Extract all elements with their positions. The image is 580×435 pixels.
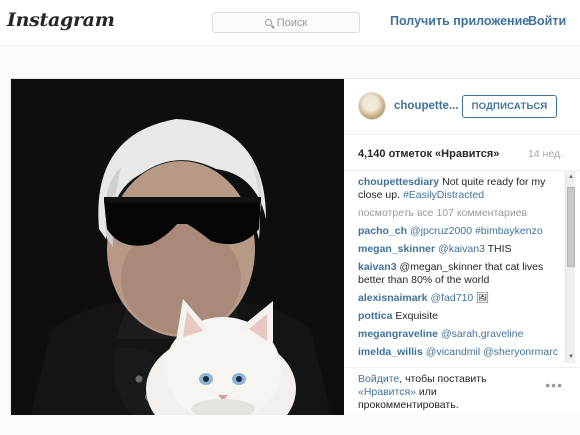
login-prompt: Войдите, чтобы поставить «Нравится» или … [358, 373, 528, 412]
comment-mention[interactable]: @sarah.graveline [441, 328, 523, 340]
avatar[interactable] [358, 92, 386, 120]
comments-scrollbar[interactable]: ▲ ▼ [565, 171, 575, 363]
login-prompt-text-3: прокомментировать. [358, 399, 459, 411]
comment-text: 🖼 [476, 292, 490, 304]
likes-row: 4,140 отметок «Нравится» 14 нед. [344, 135, 580, 171]
comment-user[interactable]: kaivan3 [358, 261, 397, 273]
comment-mention[interactable]: @fad710 [430, 292, 473, 304]
comment-user[interactable]: megangraveline [358, 328, 438, 340]
get-app-link[interactable]: Получить приложение [390, 14, 529, 28]
comment-user[interactable]: imelda_willis [358, 346, 423, 358]
login-prompt-link[interactable]: Войдите [358, 373, 399, 385]
view-all-comments-link[interactable]: посмотреть все 107 комментариев [358, 207, 564, 220]
post-card: choupette... ПОДПИСАТЬСЯ 4,140 отметок «… [10, 78, 580, 415]
login-link[interactable]: Войти [528, 14, 566, 28]
scroll-down-icon[interactable]: ▼ [567, 353, 575, 361]
comment-mention[interactable]: @jpcruz2000 #bimbaykenzo [410, 225, 543, 237]
comment-mention[interactable]: @kaivan3 [438, 243, 485, 255]
comment-item: pacho_ch @jpcruz2000 #bimbaykenzo [358, 225, 564, 238]
comment-item: alexisnaimark @fad710 🖼 [358, 292, 564, 305]
comment-item: imelda_willis @vicandmil @sheryonrmarc [358, 346, 564, 359]
comment-text: Exquisite [395, 310, 439, 322]
post-footer: Войдите, чтобы поставить «Нравится» или … [344, 367, 580, 415]
search-icon [264, 19, 272, 26]
comment-item: megan_skinner @kaivan3 THIS [358, 243, 564, 256]
comment-user[interactable]: alexisnaimark [358, 292, 427, 304]
post-age[interactable]: 14 нед. [528, 148, 563, 160]
likes-count[interactable]: 4,140 отметок «Нравится» [358, 148, 499, 160]
ellipsis-icon[interactable]: ••• [545, 377, 563, 393]
photo-illustration [11, 79, 344, 415]
caption-user[interactable]: choupettesdiary [358, 176, 439, 188]
comments-section[interactable]: choupettesdiary Not quite ready for my cl… [344, 171, 580, 363]
post-photo[interactable] [11, 79, 344, 415]
comments-list: choupettesdiary Not quite ready for my cl… [358, 176, 564, 363]
login-prompt-text-2: или [416, 386, 437, 398]
comment-user[interactable]: megan_skinner [358, 243, 435, 255]
caption-hashtag[interactable]: #EasilyDistracted [403, 189, 484, 201]
login-prompt-text: , чтобы поставить [399, 373, 487, 385]
search-input[interactable]: Поиск [212, 12, 360, 33]
comment-mention[interactable]: @vicandmil @sheryonrmarc [426, 346, 558, 358]
scrollbar-thumb[interactable] [567, 187, 575, 267]
instagram-logo[interactable]: Instagram [7, 9, 115, 31]
caption: choupettesdiary Not quite ready for my cl… [358, 176, 564, 202]
search-placeholder: Поиск [276, 16, 308, 29]
comment-text: THIS [487, 243, 512, 255]
follow-button[interactable]: ПОДПИСАТЬСЯ [462, 95, 557, 118]
scroll-up-icon[interactable]: ▲ [567, 173, 575, 181]
comment-item: pottica Exquisite [358, 310, 564, 323]
post-header: choupette... ПОДПИСАТЬСЯ [344, 79, 580, 135]
post-sidebar: choupette... ПОДПИСАТЬСЯ 4,140 отметок «… [344, 79, 580, 415]
like-prompt-link[interactable]: «Нравится» [358, 386, 416, 398]
comment-item: kaivan3 @megan_skinner that cat lives bet… [358, 261, 564, 287]
comment-item: megangraveline @sarah.graveline [358, 328, 564, 341]
comment-user[interactable]: pottica [358, 310, 392, 322]
post-username[interactable]: choupette... [394, 100, 459, 112]
comment-user[interactable]: pacho_ch [358, 225, 407, 237]
top-bar: Instagram Поиск Получить приложение Войт… [0, 0, 580, 46]
